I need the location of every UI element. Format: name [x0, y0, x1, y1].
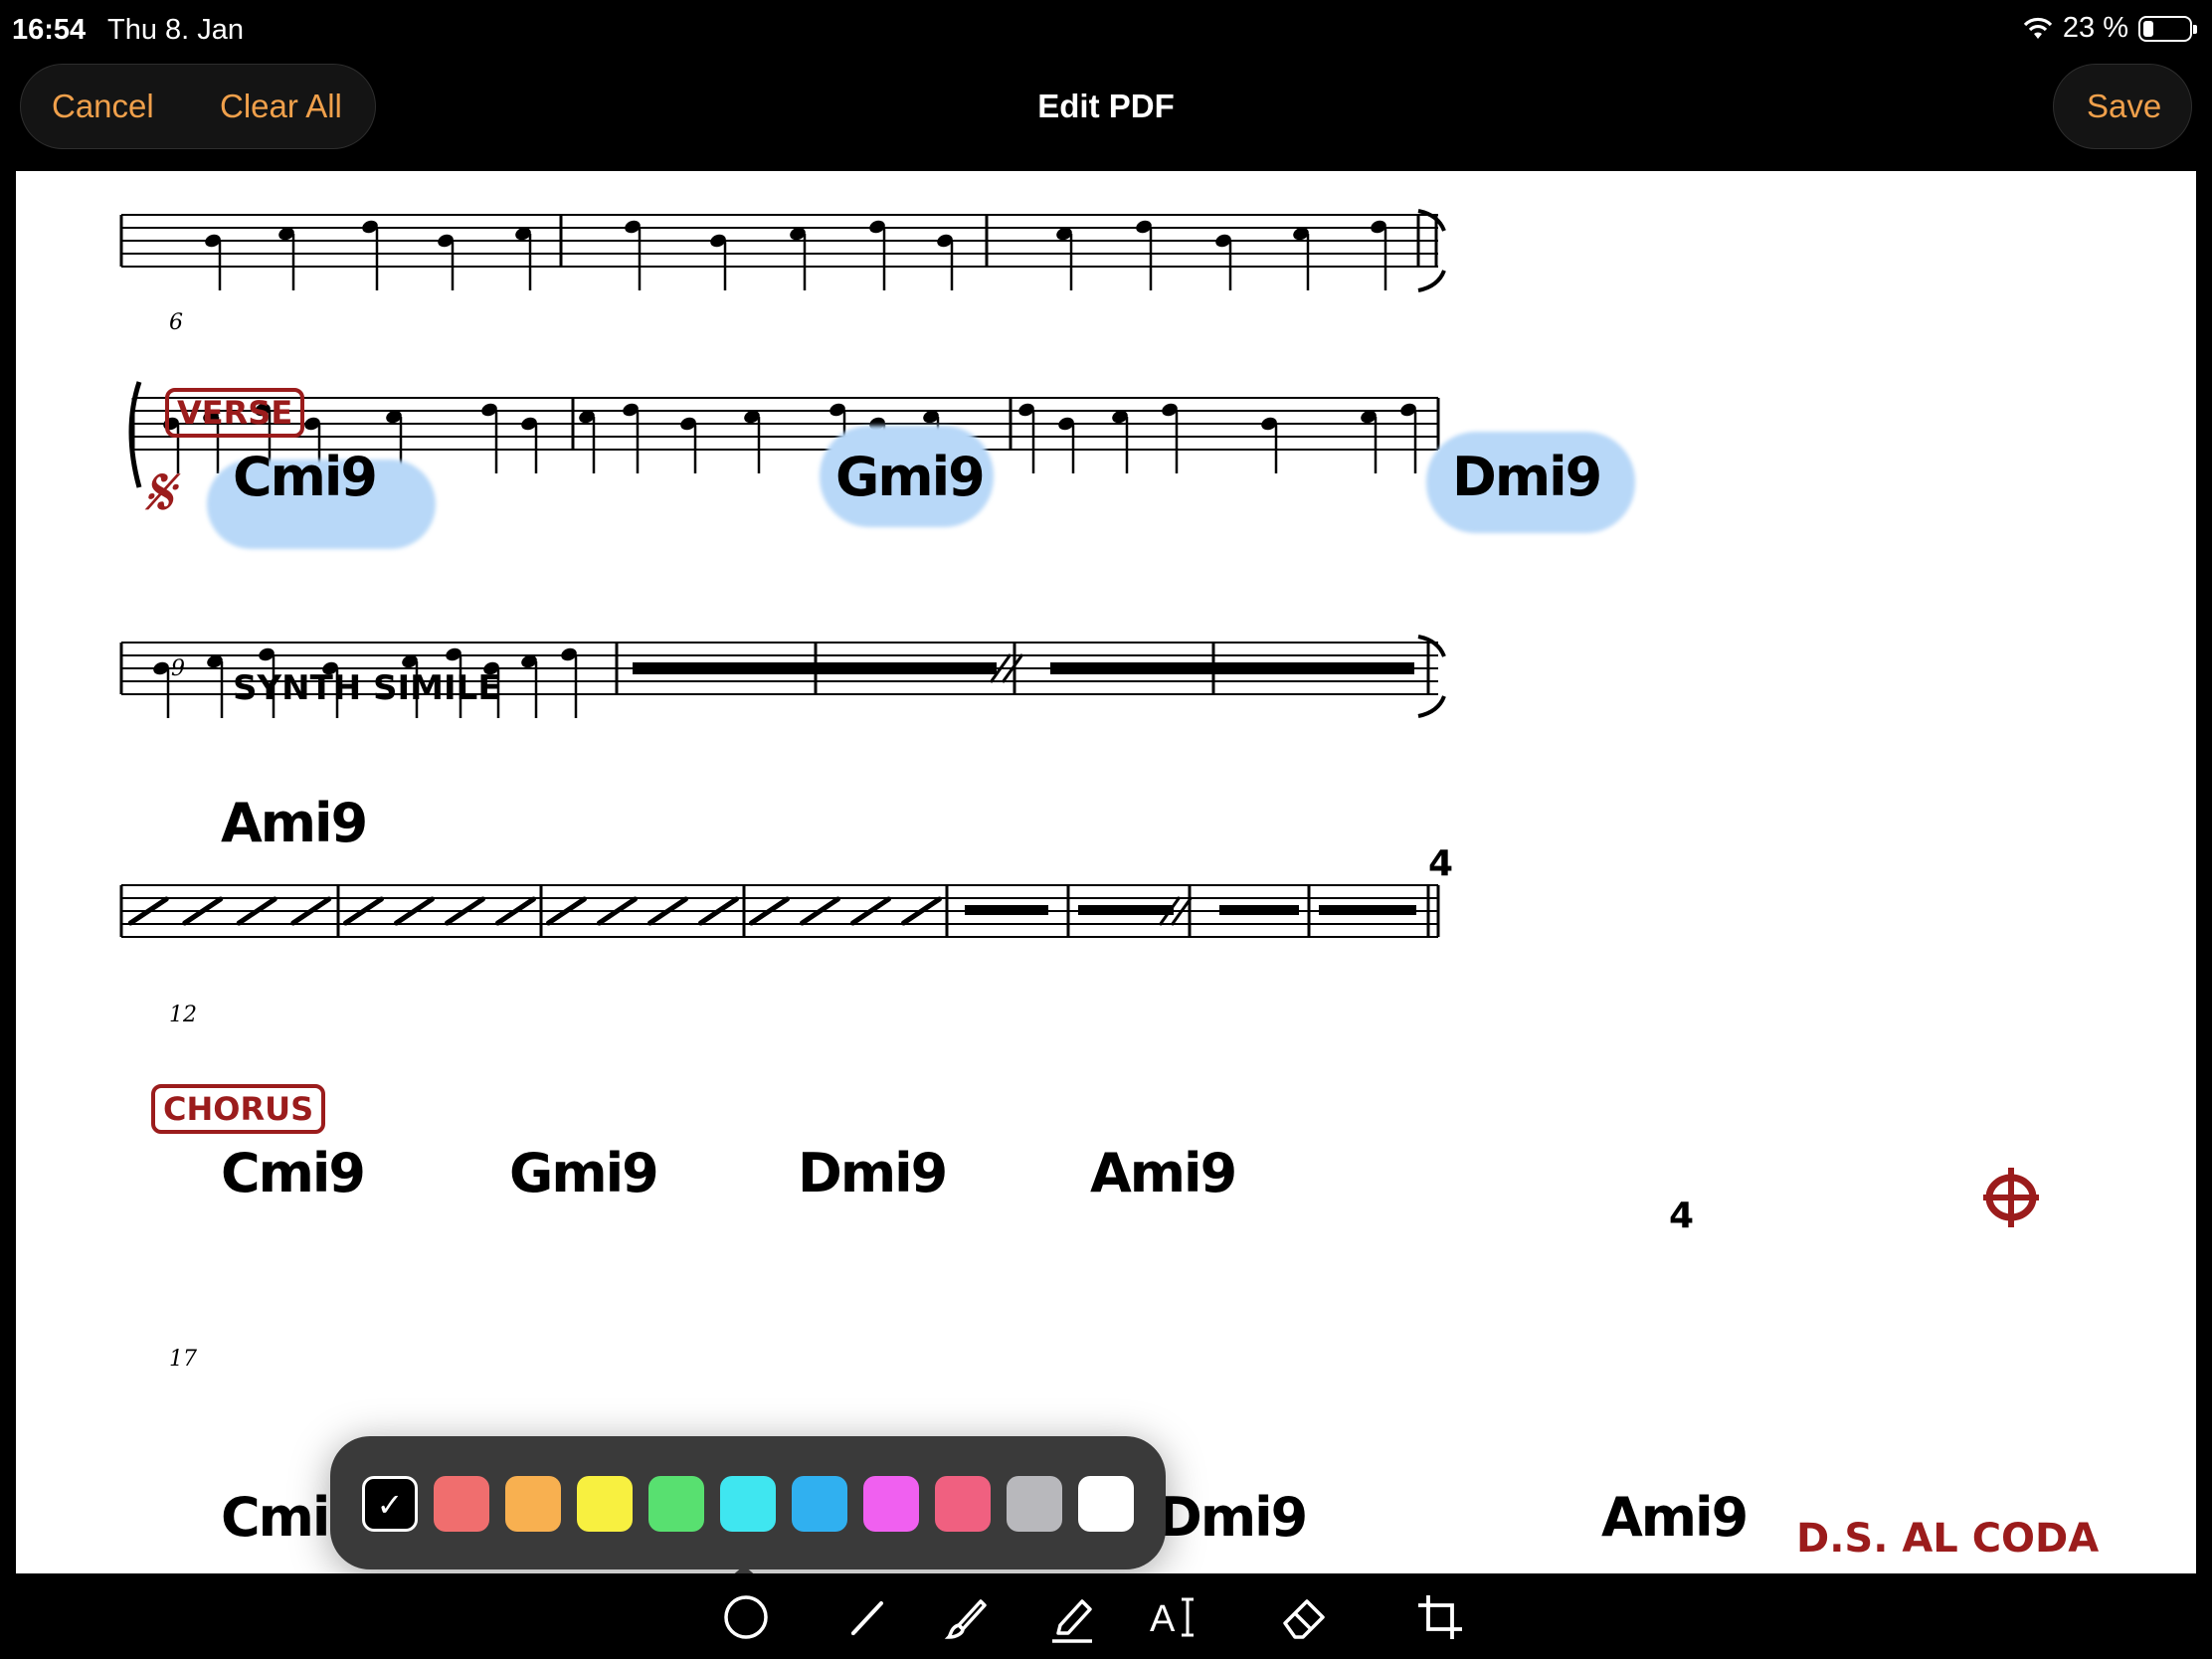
- color-swatch[interactable]: [434, 1476, 489, 1532]
- measure-number: 12: [169, 1003, 197, 1027]
- rehearsal-mark-chorus: CHORUS: [151, 1084, 326, 1134]
- multirest-count: 4: [1669, 1196, 1695, 1236]
- circle-shape-icon: [724, 1595, 768, 1639]
- chord-symbol: Dmi9: [1452, 446, 1602, 508]
- chord-symbol: Ami9: [1090, 1142, 1237, 1204]
- color-swatch[interactable]: [1007, 1476, 1062, 1532]
- multirest-count: 4: [1428, 843, 1454, 884]
- chord-symbol: Dmi9: [1158, 1486, 1308, 1549]
- crop-icon: [1418, 1595, 1462, 1639]
- instruction-text: SYNTH SIMILE: [233, 668, 501, 708]
- color-swatch[interactable]: [720, 1476, 776, 1532]
- multi-measure-rest: [1050, 662, 1414, 674]
- status-bar: 16:54 Thu 8. Jan 23 %: [0, 0, 2212, 60]
- status-indicators: 23 %: [2023, 12, 2197, 45]
- multi-measure-rest: [633, 662, 997, 674]
- checkmark-icon: ✓: [376, 1486, 404, 1524]
- chord-symbol: Ami9: [1601, 1486, 1749, 1549]
- color-swatch[interactable]: [1078, 1476, 1134, 1532]
- ds-al-coda-text: D.S. AL CODA: [1796, 1516, 2100, 1562]
- chord-symbol: Cmi9: [233, 446, 378, 508]
- highlighter-icon: [1052, 1599, 1092, 1643]
- crop-tool[interactable]: [1412, 1589, 1468, 1645]
- multi-measure-rest: [1319, 905, 1416, 915]
- color-swatch[interactable]: [505, 1476, 561, 1532]
- rehearsal-mark-verse: VERSE: [165, 388, 305, 438]
- eraser-icon: [1283, 1599, 1325, 1639]
- segno-icon: 𝄋: [143, 452, 174, 533]
- multi-measure-rest: [1078, 905, 1174, 915]
- measure-number: 9: [171, 656, 185, 681]
- chord-symbol: Cmi9: [221, 1142, 366, 1204]
- status-time: 16:54: [12, 14, 87, 46]
- pen-tool[interactable]: [841, 1589, 897, 1645]
- repeat-bracket: [1417, 635, 1446, 718]
- sheet-music-staves: [119, 209, 1446, 938]
- eraser-tool[interactable]: [1277, 1589, 1333, 1645]
- chord-symbol: Gmi9: [509, 1142, 659, 1204]
- measure-number: 17: [169, 1347, 197, 1372]
- battery-icon: [2138, 15, 2197, 42]
- color-swatch[interactable]: [577, 1476, 633, 1532]
- color-swatch[interactable]: ✓: [362, 1476, 418, 1532]
- brush-tool[interactable]: [939, 1589, 995, 1645]
- chord-symbol: Ami9: [221, 792, 368, 854]
- text-tool[interactable]: A: [1146, 1589, 1201, 1645]
- pdf-page[interactable]: 6 VERSE 𝄋 Cmi9 Gmi9 Dmi9 9 SYNTH SIMILE …: [16, 171, 2196, 1573]
- text-insert-icon: A: [1150, 1597, 1194, 1640]
- highlighter-tool[interactable]: [1044, 1589, 1100, 1645]
- color-swatch[interactable]: [863, 1476, 919, 1532]
- svg-text:A: A: [1150, 1598, 1176, 1640]
- battery-percent: 23 %: [2062, 12, 2128, 44]
- brush-icon: [944, 1599, 987, 1639]
- shape-tool[interactable]: [718, 1589, 774, 1645]
- chord-symbol: Gmi9: [835, 446, 986, 508]
- color-palette: ✓: [330, 1436, 1166, 1569]
- measure-number: 6: [169, 310, 183, 335]
- coda-icon: [1983, 1168, 2039, 1227]
- color-swatch[interactable]: [648, 1476, 704, 1532]
- multi-measure-rest: [1219, 905, 1299, 915]
- color-swatch[interactable]: [792, 1476, 847, 1532]
- status-date: Thu 8. Jan: [107, 14, 245, 46]
- repeat-bracket: [1417, 209, 1446, 292]
- color-swatch[interactable]: [935, 1476, 991, 1532]
- markup-toolbar: [0, 1573, 2212, 1659]
- wifi-icon: [2023, 17, 2053, 39]
- multi-measure-rest: [965, 905, 1048, 915]
- chord-symbol: Dmi9: [798, 1142, 948, 1204]
- pen-icon: [851, 1601, 883, 1635]
- page-title: Edit PDF: [1037, 88, 1175, 124]
- save-button[interactable]: Save: [2087, 88, 2161, 125]
